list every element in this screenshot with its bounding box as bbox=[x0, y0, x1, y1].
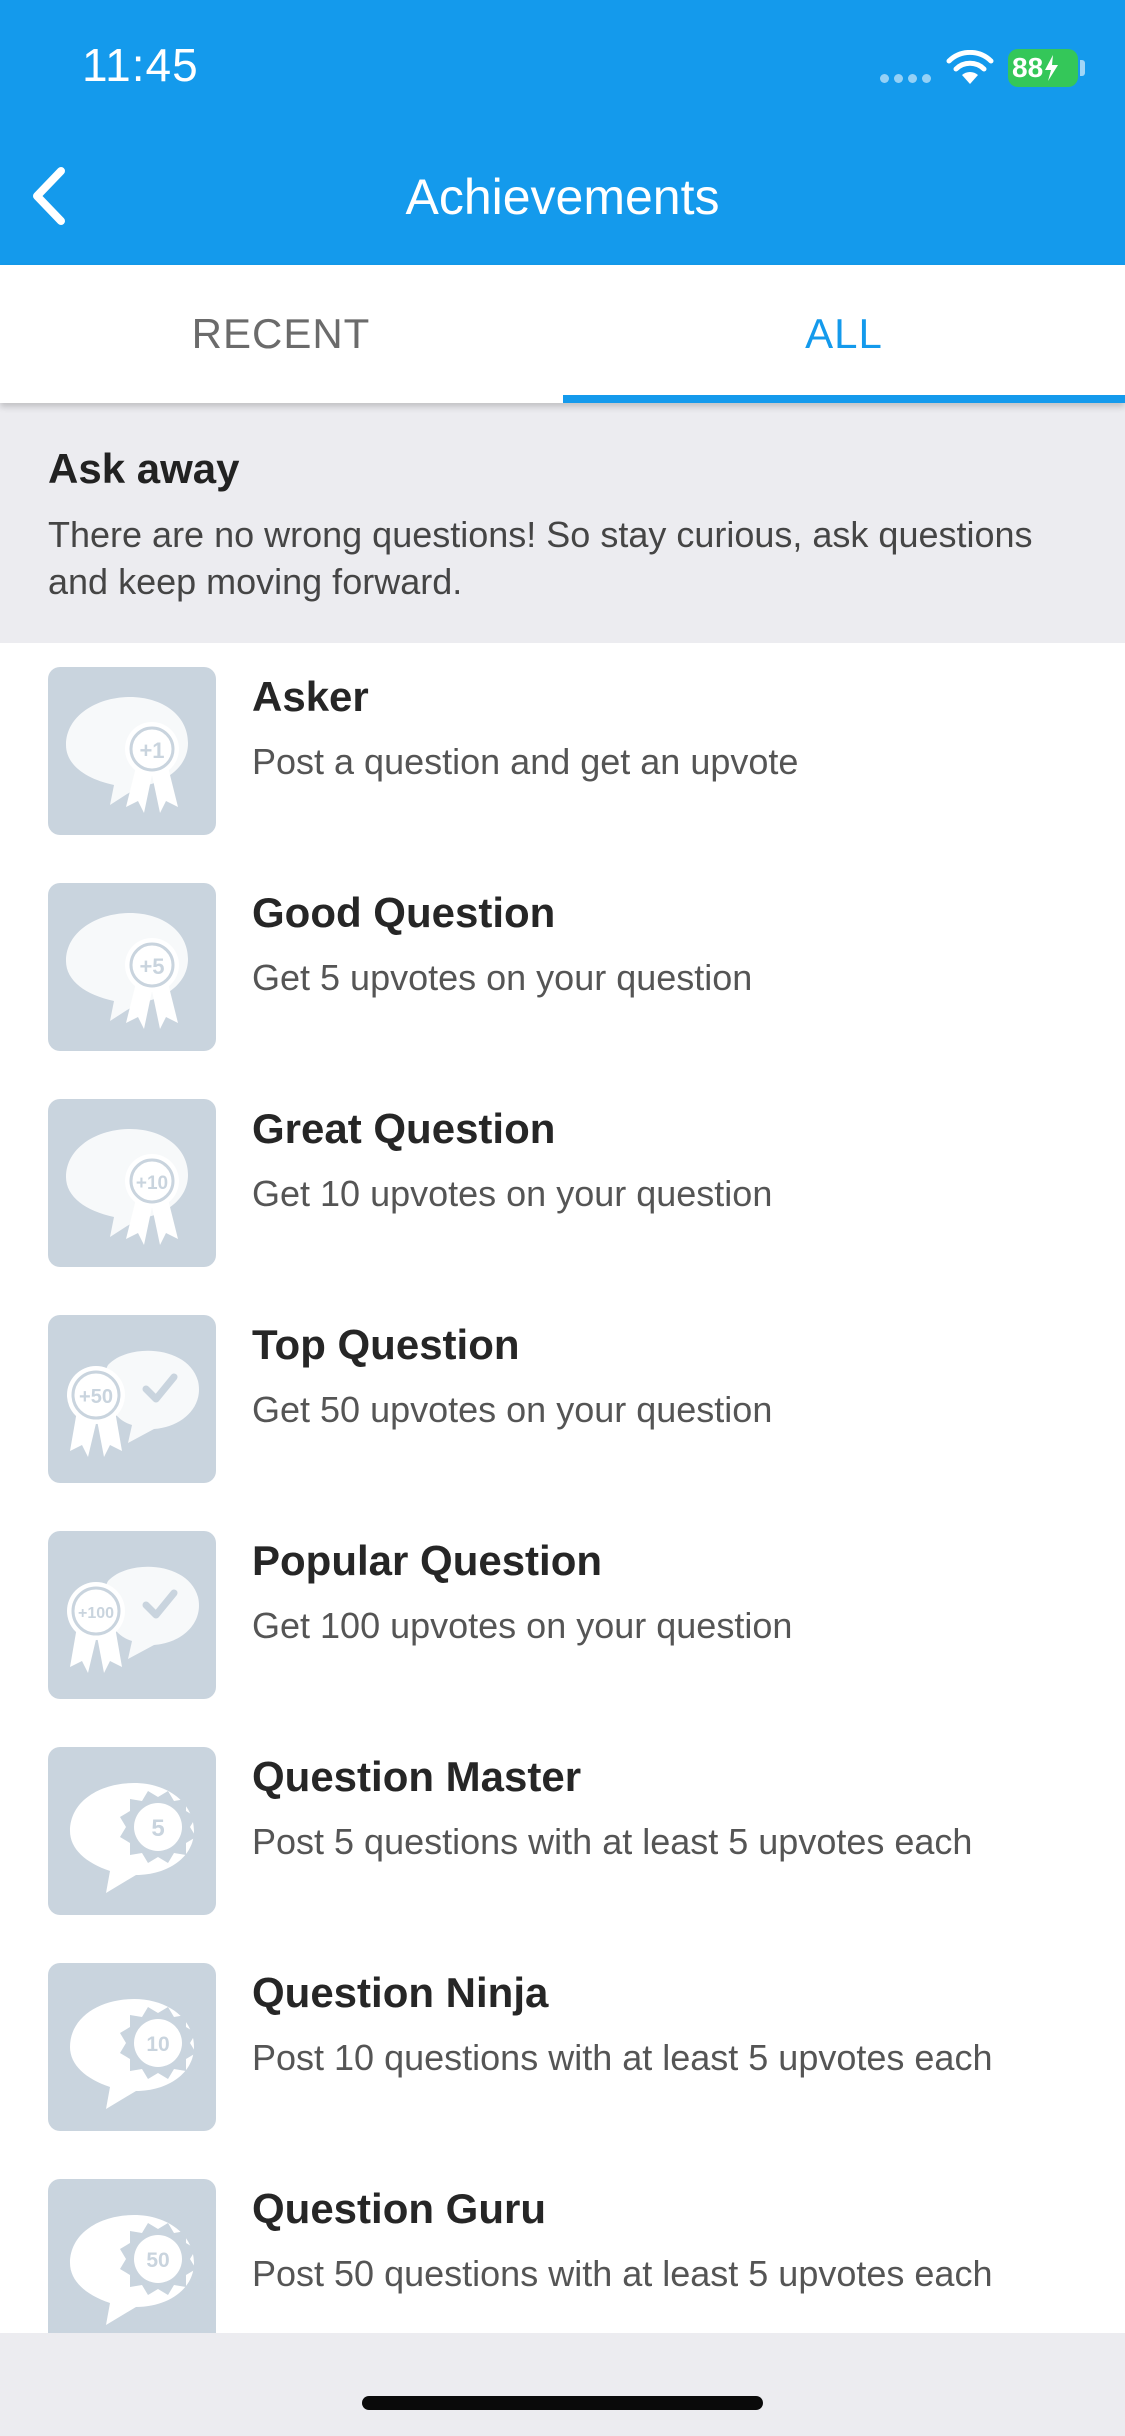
charging-bolt-icon bbox=[1045, 55, 1059, 81]
tab-all[interactable]: ALL bbox=[563, 265, 1125, 403]
tab-selected-indicator bbox=[563, 395, 1125, 403]
battery-indicator: 88 bbox=[1008, 49, 1078, 87]
badge-label: +10 bbox=[136, 1173, 168, 1194]
achievement-title: Asker bbox=[252, 673, 369, 720]
ribbon-badge-icon: +10 bbox=[48, 1099, 216, 1267]
achievement-title: Popular Question bbox=[252, 1537, 603, 1584]
double-ribbon-check-icon: +100 bbox=[48, 1531, 216, 1699]
section-description: There are no wrong questions! So stay cu… bbox=[48, 514, 1033, 602]
badge-label: +100 bbox=[78, 1605, 114, 1622]
tab-bar: RECENT ALL bbox=[0, 265, 1125, 403]
badge-label: 10 bbox=[146, 2033, 169, 2056]
badge-label: 50 bbox=[146, 2249, 169, 2272]
cellular-signal-icon bbox=[880, 74, 931, 83]
achievement-title: Question Guru bbox=[252, 2185, 546, 2232]
achievement-description: Post 50 questions with at least 5 upvote… bbox=[252, 2253, 993, 2294]
achievement-item[interactable]: +5 Good Question Get 5 upvotes on your q… bbox=[0, 859, 1125, 1075]
achievement-item[interactable]: 5 Question Master Post 5 questions with … bbox=[0, 1723, 1125, 1939]
achievement-description: Post a question and get an upvote bbox=[252, 741, 799, 782]
achievement-list: +1 Asker Post a question and get an upvo… bbox=[0, 643, 1125, 2333]
achievement-description: Get 50 upvotes on your question bbox=[252, 1389, 773, 1430]
achievement-item[interactable]: +50 Top Question Get 50 upvotes on your … bbox=[0, 1291, 1125, 1507]
achievement-item[interactable]: 50 Question Guru Post 50 questions with … bbox=[0, 2155, 1125, 2333]
section-header: Ask away There are no wrong questions! S… bbox=[0, 403, 1125, 643]
section-title: Ask away bbox=[48, 445, 240, 492]
tab-recent[interactable]: RECENT bbox=[0, 265, 562, 403]
achievement-title: Great Question bbox=[252, 1105, 556, 1152]
badge-label: +1 bbox=[139, 738, 164, 763]
achievement-item[interactable]: +1 Asker Post a question and get an upvo… bbox=[0, 643, 1125, 859]
achievement-title: Question Ninja bbox=[252, 1969, 549, 2016]
badge-label: +50 bbox=[79, 1386, 113, 1408]
wifi-icon bbox=[946, 50, 994, 84]
battery-level: 88 bbox=[1012, 52, 1044, 83]
speech-bubble-seal-icon: 50 bbox=[48, 2179, 216, 2333]
speech-bubble-seal-icon: 5 bbox=[48, 1747, 216, 1915]
achievement-title: Question Master bbox=[252, 1753, 582, 1800]
achievement-description: Post 10 questions with at least 5 upvote… bbox=[252, 2037, 993, 2078]
achievement-description: Get 10 upvotes on your question bbox=[252, 1173, 773, 1214]
achievement-description: Post 5 questions with at least 5 upvotes… bbox=[252, 1821, 973, 1862]
achievement-description: Get 5 upvotes on your question bbox=[252, 957, 753, 998]
double-ribbon-check-icon: +50 bbox=[48, 1315, 216, 1483]
battery-tip bbox=[1080, 60, 1085, 76]
app-header: 11:45 88 Achievements bbox=[0, 0, 1125, 265]
home-indicator-area bbox=[0, 2333, 1125, 2436]
achievement-item[interactable]: 10 Question Ninja Post 10 questions with… bbox=[0, 1939, 1125, 2155]
speech-bubble-seal-icon: 10 bbox=[48, 1963, 216, 2131]
page-title: Achievements bbox=[405, 169, 720, 225]
status-time: 11:45 bbox=[82, 39, 199, 91]
badge-label: 5 bbox=[151, 1815, 164, 1842]
achievement-item[interactable]: +100 Popular Question Get 100 upvotes on… bbox=[0, 1507, 1125, 1723]
ribbon-badge-icon: +5 bbox=[48, 883, 216, 1051]
ribbon-badge-icon: +1 bbox=[48, 667, 216, 835]
achievement-description: Get 100 upvotes on your question bbox=[252, 1605, 793, 1646]
home-indicator[interactable] bbox=[362, 2396, 763, 2410]
achievement-item[interactable]: +10 Great Question Get 10 upvotes on you… bbox=[0, 1075, 1125, 1291]
badge-label: +5 bbox=[139, 954, 164, 979]
achievement-title: Good Question bbox=[252, 889, 556, 936]
achievement-title: Top Question bbox=[252, 1321, 520, 1368]
